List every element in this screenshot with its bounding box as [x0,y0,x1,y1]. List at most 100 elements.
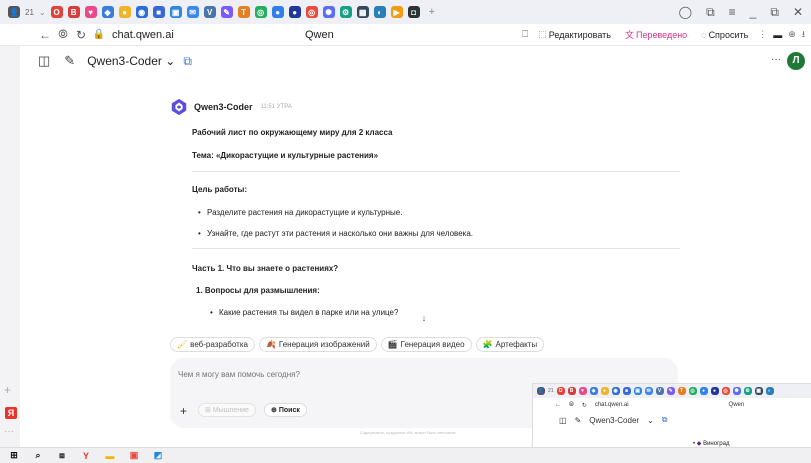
add-panel-icon[interactable]: + [4,383,11,397]
blue-dot-icon[interactable]: ● [271,6,284,18]
chip-image-gen[interactable]: 🍂 Генерация изображений [258,337,377,352]
thinking-toggle[interactable]: ⊞ Мышление [198,403,256,417]
blue2-icon: ◐ [765,387,774,395]
windows-start-icon[interactable]: ⊞ [8,450,20,462]
orange-icon: ◎ [721,387,730,395]
red-square-icon[interactable]: B [67,6,80,18]
goal-item: Узнайте, где растут эти растения и наско… [198,229,473,238]
battery-icon: ▬ [773,29,783,40]
search-toggle[interactable]: ⊕ Поиск [264,403,307,417]
cast-icon[interactable]: ⦾ [54,27,72,42]
app-header: ◫ ✎ Qwen3-Coder ⌄ ⧉ ··· Л [20,46,811,76]
back-icon: ← [555,402,561,408]
translated-label: Переведено [635,29,688,40]
green-icon[interactable]: ◎ [254,6,267,18]
pen-icon: ✎ [666,387,675,395]
tab-favicons: 👤 21 ⌄ O B ♥ ◆ ● ◉ ■ ▣ ✉ V ✎ T ◎ ● ● ◎ ✺ ⚙ ▦ ◐ ▶ ◘ + [0,6,435,18]
blue2-icon[interactable]: ◐ [373,6,386,18]
compare-models-icon[interactable]: ⧉ [183,54,192,69]
chip-artifacts[interactable]: 🧩 Артефакты [475,337,545,352]
question-heading: 1. Вопросы для размышления: [196,286,320,295]
chip-label: Генерация изображений [278,340,370,349]
back-button[interactable]: ← [36,28,54,42]
screen-preview-overlay[interactable]: 👤 21 O B ♥ ◆ ● ◉ ■ ▣ ✉ V ✎ T ◎ ● ● ◎ ✺ ⚙ ▦ ◐ ← ⦾ ↻ chat.qwe… [532,383,811,447]
yandex-browser-icon[interactable]: Y [80,450,92,462]
restore-button[interactable]: ⧉ [770,5,779,20]
close-button[interactable]: ✕ [793,5,803,19]
preview-tab-count: 21 [548,388,554,394]
more-options-icon[interactable]: ··· [771,54,781,65]
preview-app-header: ◫ ✎ Qwen3-Coder ⌄ ⧉ [533,412,811,428]
chevron-down-icon[interactable]: ⌄ [39,8,46,17]
edit-button[interactable]: ⬚ Редактировать [534,27,615,42]
chip-video-gen[interactable]: 🎬 Генерация видео [380,337,472,352]
new-chat-icon[interactable]: ✎ [64,53,75,69]
vk-icon: V [655,387,664,395]
translated-button[interactable]: 文 Переведено [621,26,691,43]
vk-icon[interactable]: V [203,6,216,18]
tab-count[interactable]: 21 [25,8,34,17]
add-attachment-button[interactable]: + [180,404,187,418]
blue-app-icon[interactable]: ◉ [135,6,148,18]
scroll-down-icon[interactable]: ↓ [418,313,430,325]
preview-model-name: Qwen3-Coder [589,415,640,425]
extensions-icon[interactable]: ⊕ [788,29,796,40]
url-field[interactable]: chat.qwen.ai [112,29,174,41]
question-item: ........................................… [219,326,313,330]
ask-icon: ◌ [701,29,707,40]
bookmark-add-icon[interactable]: ⎕ [522,29,528,40]
translate-icon: 文 [624,30,634,40]
model-selector[interactable]: Qwen3-Coder ⌄ [87,54,175,68]
reload-button[interactable]: ↻ [72,28,90,42]
app-icon[interactable]: ◩ [152,450,164,462]
message-author: Qwen3-Coder [194,102,253,112]
avatar[interactable]: Л [787,52,805,70]
search-icon[interactable]: ⌕ [32,450,44,462]
more-icon[interactable]: ⋮ [758,29,767,40]
file-explorer-icon[interactable]: ▬ [104,450,116,462]
gear-app-icon[interactable]: ⚙ [339,6,352,18]
download-icon[interactable]: ⭳ [802,27,805,43]
preview-tab-strip: 👤 21 O B ♥ ◆ ● ◉ ■ ▣ ✉ V ✎ T ◎ ● ● ◎ ✺ ⚙ ▦ ◐ [533,384,811,398]
gear-app-icon: ⚙ [743,387,752,395]
page-title: Qwen [305,28,334,41]
chip-web-dev[interactable]: 🖌 веб-разработка [170,337,255,352]
minimize-button[interactable]: _ [750,5,757,19]
mail-icon[interactable]: ✉ [186,6,199,18]
sidebar-toggle-icon[interactable]: ◫ [38,53,50,69]
chat-input[interactable] [178,370,478,379]
play-icon[interactable]: ▶ [390,6,403,18]
goal-item: Разделите растения на дикорастущие и кул… [198,208,402,217]
star-icon[interactable]: ✺ [322,6,335,18]
grid-icon[interactable]: ▦ [356,6,369,18]
photos-icon[interactable]: ▣ [128,450,140,462]
text-icon[interactable]: T [237,6,250,18]
menu-icon[interactable]: ≡ [729,5,736,19]
gem-icon[interactable]: ◆ [101,6,114,18]
box-icon[interactable]: ▣ [169,6,182,18]
mail-icon: ✉ [644,387,653,395]
new-tab-icon[interactable]: + [429,6,435,18]
task-view-icon[interactable]: ⧈ [56,450,68,462]
circle-icon[interactable]: ● [118,6,131,18]
message-header: Qwen3-Coder 11:51 УТРА [170,98,680,116]
navy-icon[interactable]: ● [288,6,301,18]
orange-icon[interactable]: ◎ [305,6,318,18]
square-app-icon[interactable]: ■ [152,6,165,18]
profile-icon[interactable]: 👤 [8,6,20,18]
divider [192,171,680,172]
ask-label: Спросить [708,29,749,40]
pen-icon[interactable]: ✎ [220,6,233,18]
bookmark-icon[interactable]: ⧉ [706,5,715,20]
assistant-message: Qwen3-Coder 11:51 УТРА Рабочий лист по о… [170,98,680,330]
ask-button[interactable]: ◌ Спросить [697,28,752,42]
more-dots-icon[interactable]: ··· [4,426,14,437]
window-controls: ◯ ⧉ ≡ _ ⧉ ✕ [679,0,811,24]
shield-icon[interactable]: ◯ [679,5,692,19]
heart-icon[interactable]: ♥ [84,6,97,18]
yandex-icon[interactable]: Я [5,407,17,419]
thinking-icon: ⊞ [205,407,211,414]
dark-icon[interactable]: ◘ [407,6,420,18]
qwen-logo-icon [171,98,187,116]
opera-icon[interactable]: O [50,6,63,18]
